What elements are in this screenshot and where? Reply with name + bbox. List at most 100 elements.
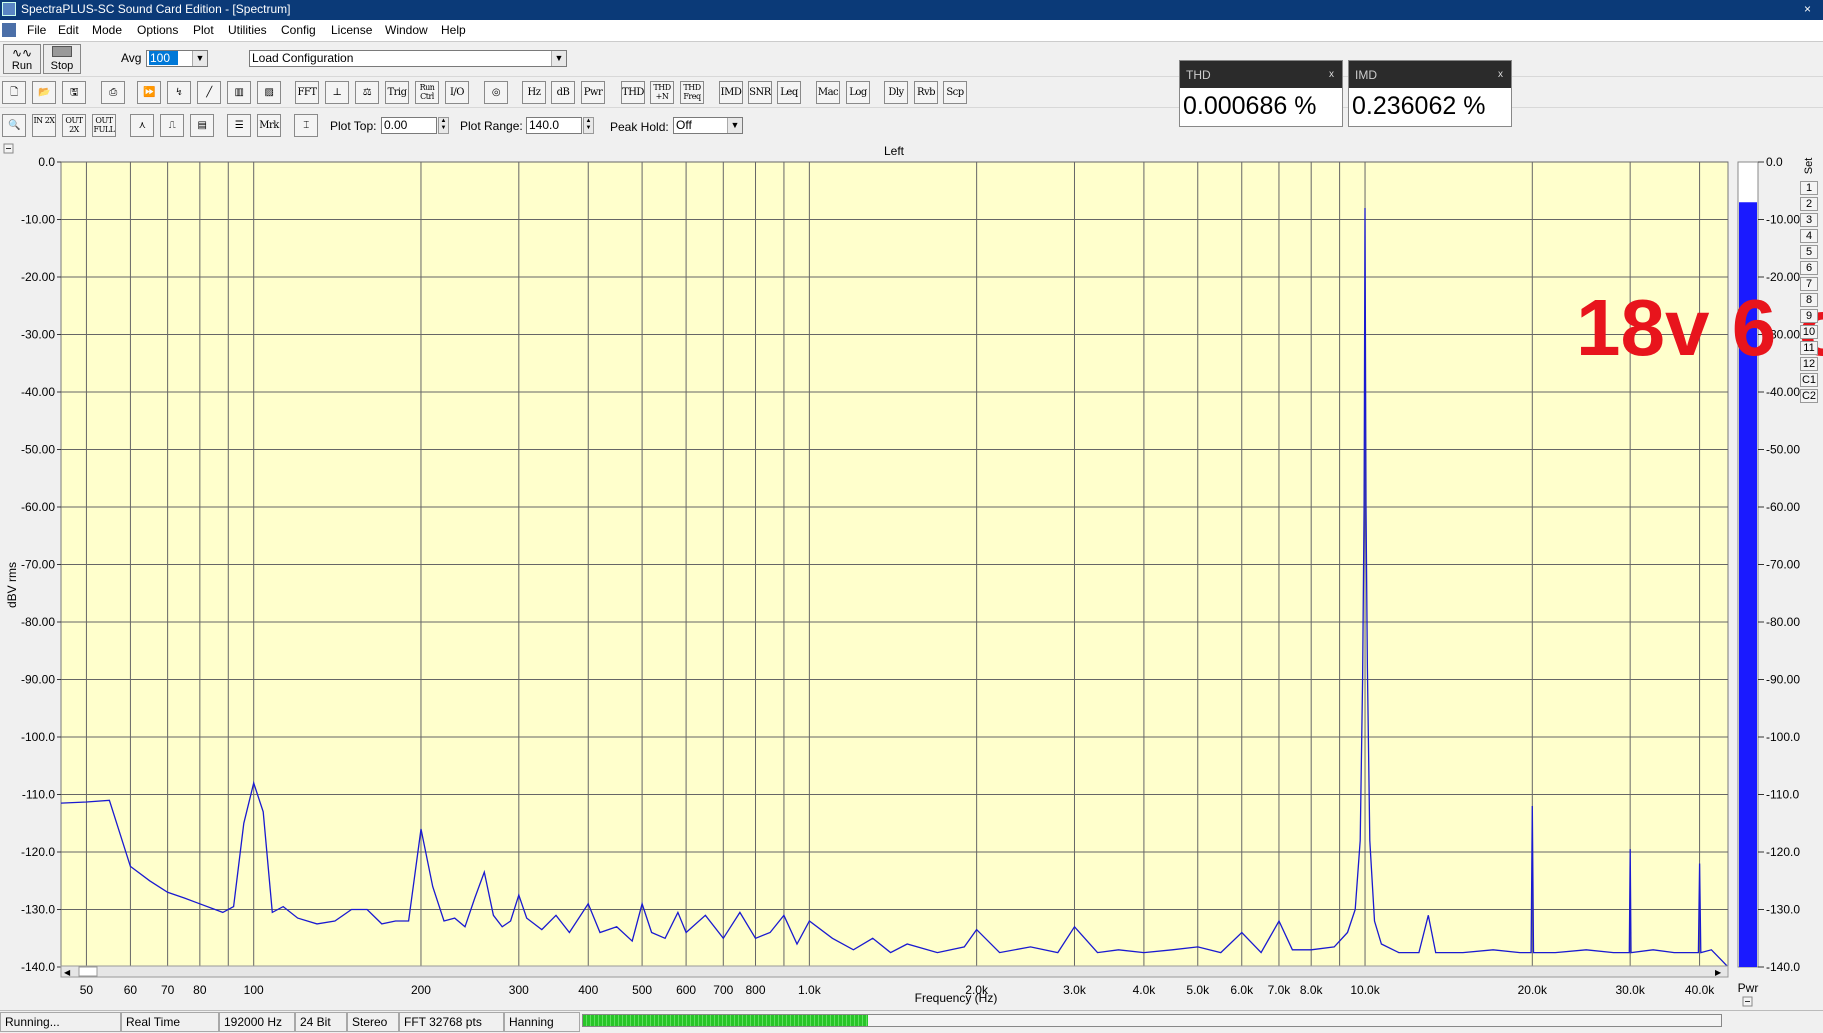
thd-freq-button[interactable]: THD Freq [680,81,704,104]
scroll-right-icon[interactable]: ▶ [1715,968,1722,977]
phase-icon[interactable]: ▥ [227,81,251,104]
menu-window[interactable]: Window [385,23,428,37]
menu-plot[interactable]: Plot [193,23,214,37]
zoom-out-full-button[interactable]: OUT FULL [92,114,116,137]
zoom-in-2x-button[interactable]: IN 2X [32,114,56,137]
plot-title: Left [884,144,905,158]
delay-button[interactable]: Dly [884,81,908,104]
chevron-down-icon[interactable]: ▼ [192,51,207,66]
macro-button[interactable]: Mac [816,81,840,104]
menu-license[interactable]: License [331,23,372,37]
plot-range-input[interactable]: 140.0 [526,117,582,134]
print-icon[interactable]: ⎙ [101,81,125,104]
set-button-6[interactable]: 6 [1800,261,1818,275]
power-tick-label: -80.00 [1766,615,1800,629]
set-button-c1[interactable]: C1 [1800,373,1818,387]
set-button-12[interactable]: 12 [1800,357,1818,371]
chevron-down-icon[interactable]: ▼ [551,51,566,66]
set-button-8[interactable]: 8 [1800,293,1818,307]
y-tick-label: -40.00 [21,385,55,399]
zoom-icon[interactable]: 🔍 [2,114,26,137]
imd-meter[interactable]: IMD x 0.236062 % [1348,60,1512,127]
set-button-2[interactable]: 2 [1800,197,1818,211]
x-tick-label: 80 [193,983,207,997]
spectrum-plot[interactable]: Left 0.0 -10.00 -20.00 -30.00 -40.00 -50.00 -6… [0,140,1823,1010]
cursor-icon[interactable]: ⌶ [294,114,318,137]
imd-button[interactable]: IMD [719,81,743,104]
3d-surface-icon[interactable]: ▨ [257,81,281,104]
time-series-icon[interactable]: ↯ [167,81,191,104]
peak-hold-select[interactable]: Off ▼ [673,117,743,134]
set-button-c2[interactable]: C2 [1800,389,1818,403]
menu-mode[interactable]: Mode [92,23,122,37]
set-button-10[interactable]: 10 [1800,325,1818,339]
x-tick-label: 4.0k [1133,983,1157,997]
scope-button[interactable]: Scp [943,81,967,104]
x-tick-label: 700 [713,983,733,997]
avg-select[interactable]: 100 ▼ [146,50,208,67]
save-icon[interactable]: 🖫 [62,81,86,104]
set-button-1[interactable]: 1 [1800,181,1818,195]
set-button-3[interactable]: 3 [1800,213,1818,227]
zoom-out-2x-button[interactable]: OUT 2X [62,114,86,137]
menu-help[interactable]: Help [441,23,466,37]
plot-range-spinner[interactable]: ▲ ▼ [583,117,594,134]
run-button[interactable]: ∿∿ Run [3,44,41,74]
close-icon[interactable]: x [1498,69,1503,80]
scroll-left-icon[interactable]: ◀ [64,968,71,977]
new-file-icon[interactable]: 🗋 [2,81,26,104]
plot-top-input[interactable]: 0.00 [381,117,437,134]
plot-top-spinner[interactable]: ▲ ▼ [438,117,449,134]
set-button-9[interactable]: 9 [1800,309,1818,323]
octave-icon[interactable]: ⎍ [160,114,184,137]
thd-button[interactable]: THD [621,81,645,104]
x-tick-label: 40.0k [1685,983,1715,997]
plot-top-label: Plot Top: [330,119,377,133]
menu-config[interactable]: Config [281,23,316,37]
power-button[interactable]: Pwr [581,81,605,104]
horizontal-scrollbar[interactable] [60,965,1729,978]
set-button-11[interactable]: 11 [1800,341,1818,355]
thd-n-button[interactable]: THD +N [650,81,674,104]
signal-generator-icon[interactable]: ◎ [484,81,508,104]
plot-area [60,161,1729,968]
marker-button[interactable]: Mrk [257,114,281,137]
set-button-5[interactable]: 5 [1800,245,1818,259]
configuration-select[interactable]: Load Configuration ▼ [249,50,567,67]
document-icon[interactable] [2,23,16,37]
stop-button[interactable]: Stop [43,44,81,74]
bars-icon[interactable]: ▤ [190,114,214,137]
snr-button[interactable]: SNR [748,81,772,104]
close-icon[interactable]: x [1329,69,1334,80]
axis-icon[interactable]: ⊥ [325,81,349,104]
status-progress-bar [582,1014,1722,1027]
fft-button[interactable]: FFT [295,81,319,104]
open-folder-icon[interactable]: 📂 [32,81,56,104]
set-button-7[interactable]: 7 [1800,277,1818,291]
play-forward-icon[interactable]: ⏩ [137,81,161,104]
menu-file[interactable]: File [27,23,46,37]
set-button-4[interactable]: 4 [1800,229,1818,243]
hz-button[interactable]: Hz [522,81,546,104]
peak-hold-label: Peak Hold: [610,120,669,134]
calibration-icon[interactable]: ⚖ [355,81,379,104]
window-close-button[interactable]: × [1804,2,1811,16]
list-icon[interactable]: ☰ [227,114,251,137]
io-button[interactable]: I/O [445,81,469,104]
trigger-button[interactable]: Trig [385,81,409,104]
x-tick-label: 60 [124,983,138,997]
peak-icon[interactable]: ⋏ [130,114,154,137]
menu-options[interactable]: Options [137,23,178,37]
spectrum-icon[interactable]: ╱ [197,81,221,104]
leq-button[interactable]: Leq [777,81,801,104]
log-button[interactable]: Log [846,81,870,104]
db-button[interactable]: dB [551,81,575,104]
menu-edit[interactable]: Edit [58,23,79,37]
chevron-down-icon[interactable]: ▼ [727,118,742,133]
run-control-button[interactable]: Run Ctrl [415,81,439,104]
scroll-thumb[interactable] [78,966,98,977]
menu-utilities[interactable]: Utilities [228,23,267,37]
thd-meter[interactable]: THD x 0.000686 % [1179,60,1343,127]
x-tick-label: 70 [161,983,175,997]
reverb-button[interactable]: Rvb [914,81,938,104]
